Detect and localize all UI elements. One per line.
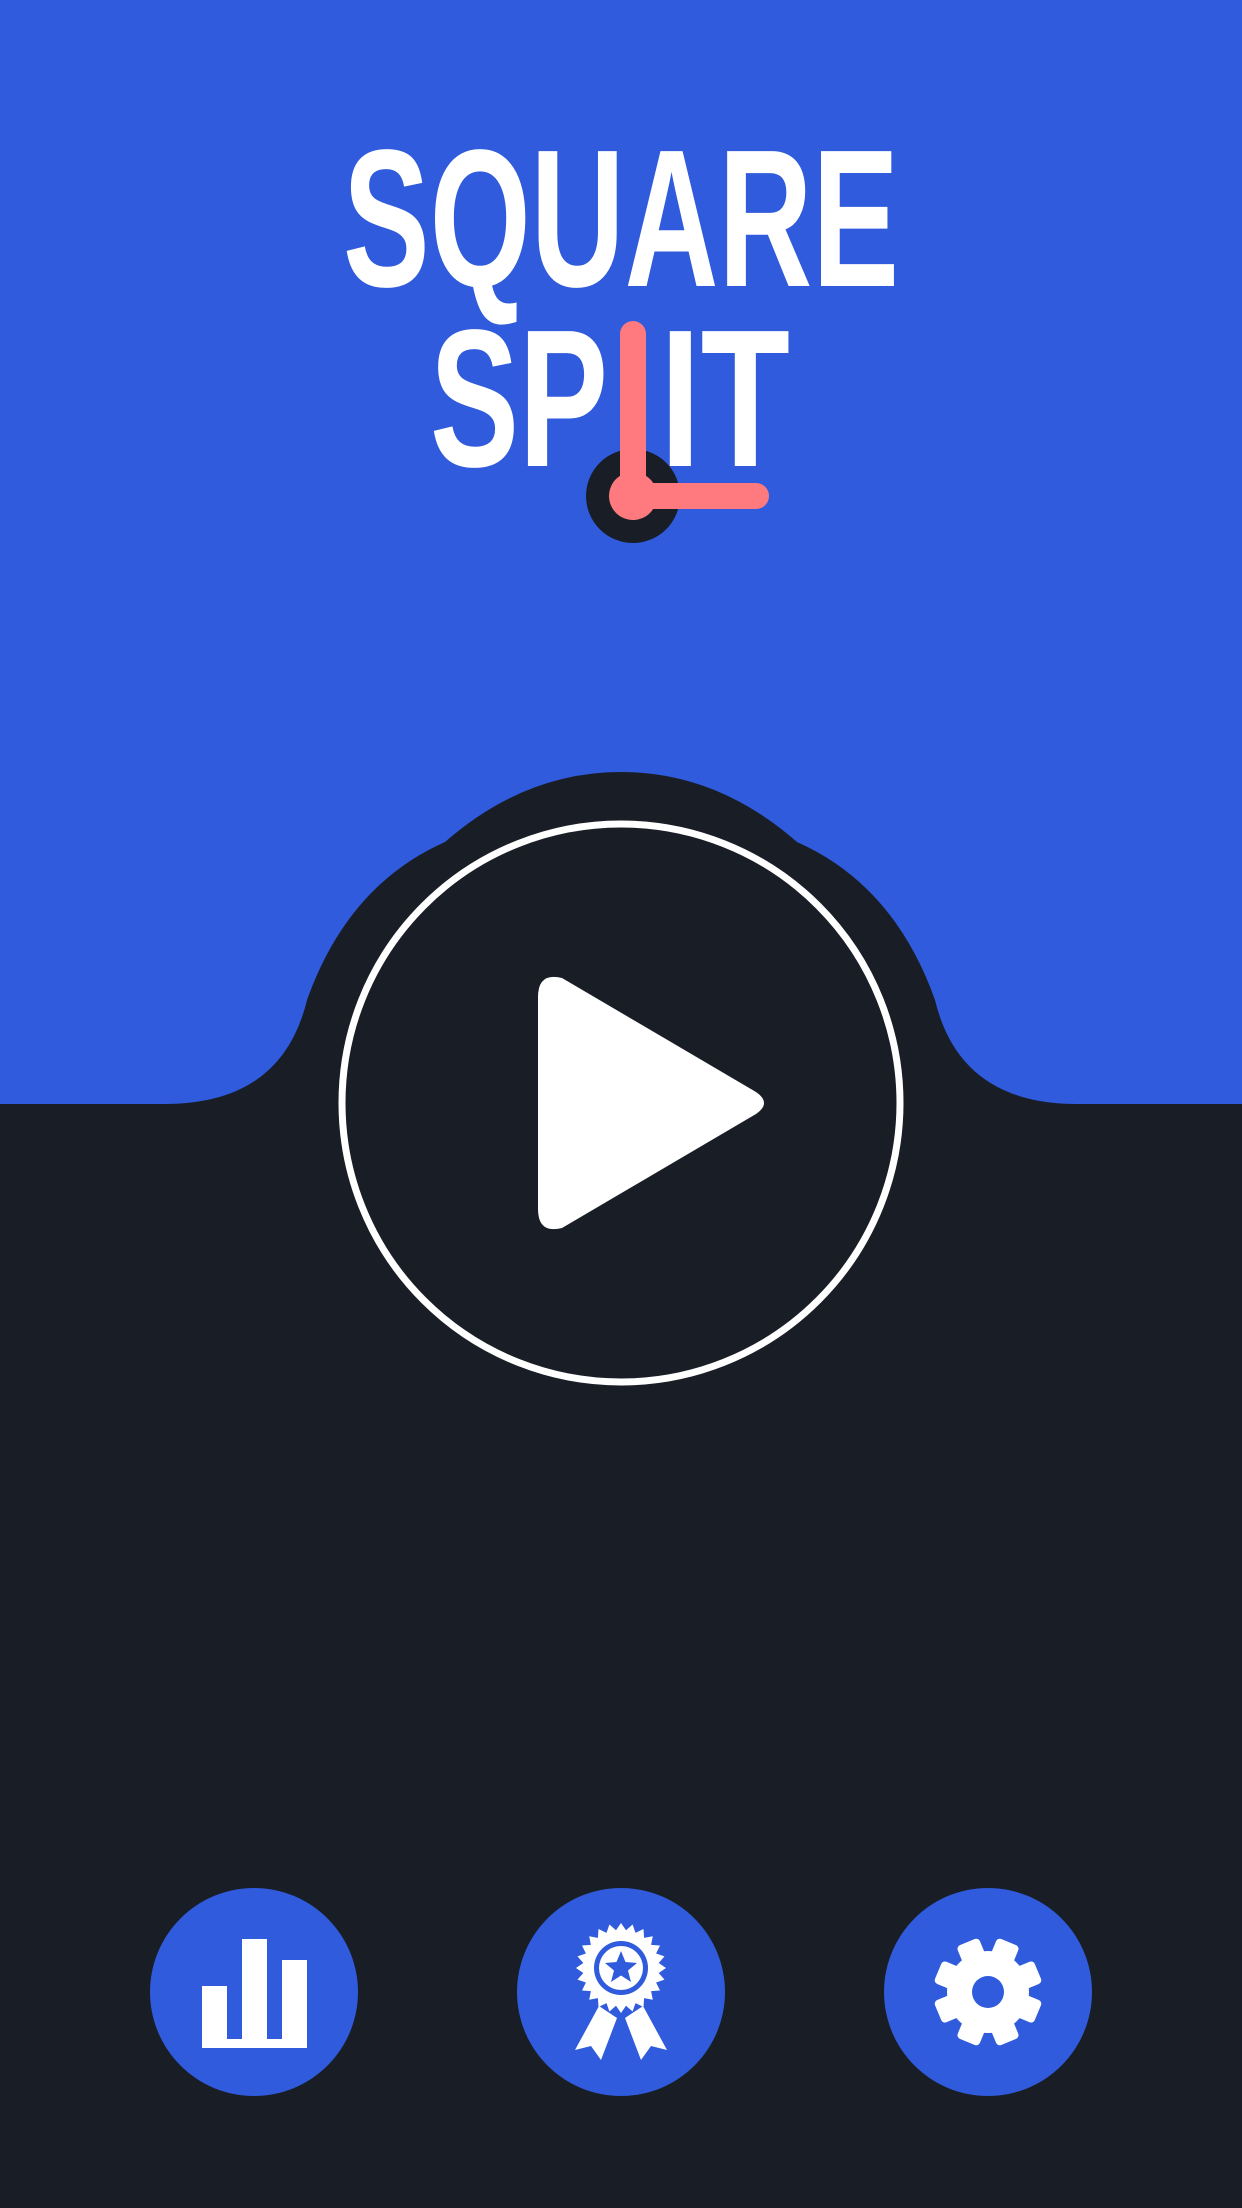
title-line-1: SQUARE [343, 109, 899, 328]
stats-button[interactable] [150, 1888, 358, 2096]
gear-icon [934, 1938, 1042, 2046]
achievements-button[interactable] [517, 1888, 725, 2096]
bar-chart-icon [202, 1939, 307, 2048]
settings-button[interactable] [884, 1888, 1092, 2096]
main-menu-screen: SQUARE SP IT [0, 0, 1242, 2208]
award-ribbon-icon [575, 1923, 667, 2060]
play-button[interactable] [338, 820, 904, 1386]
title-line-2-suffix: IT [660, 289, 790, 508]
title-line-2-prefix: SP [430, 289, 608, 508]
